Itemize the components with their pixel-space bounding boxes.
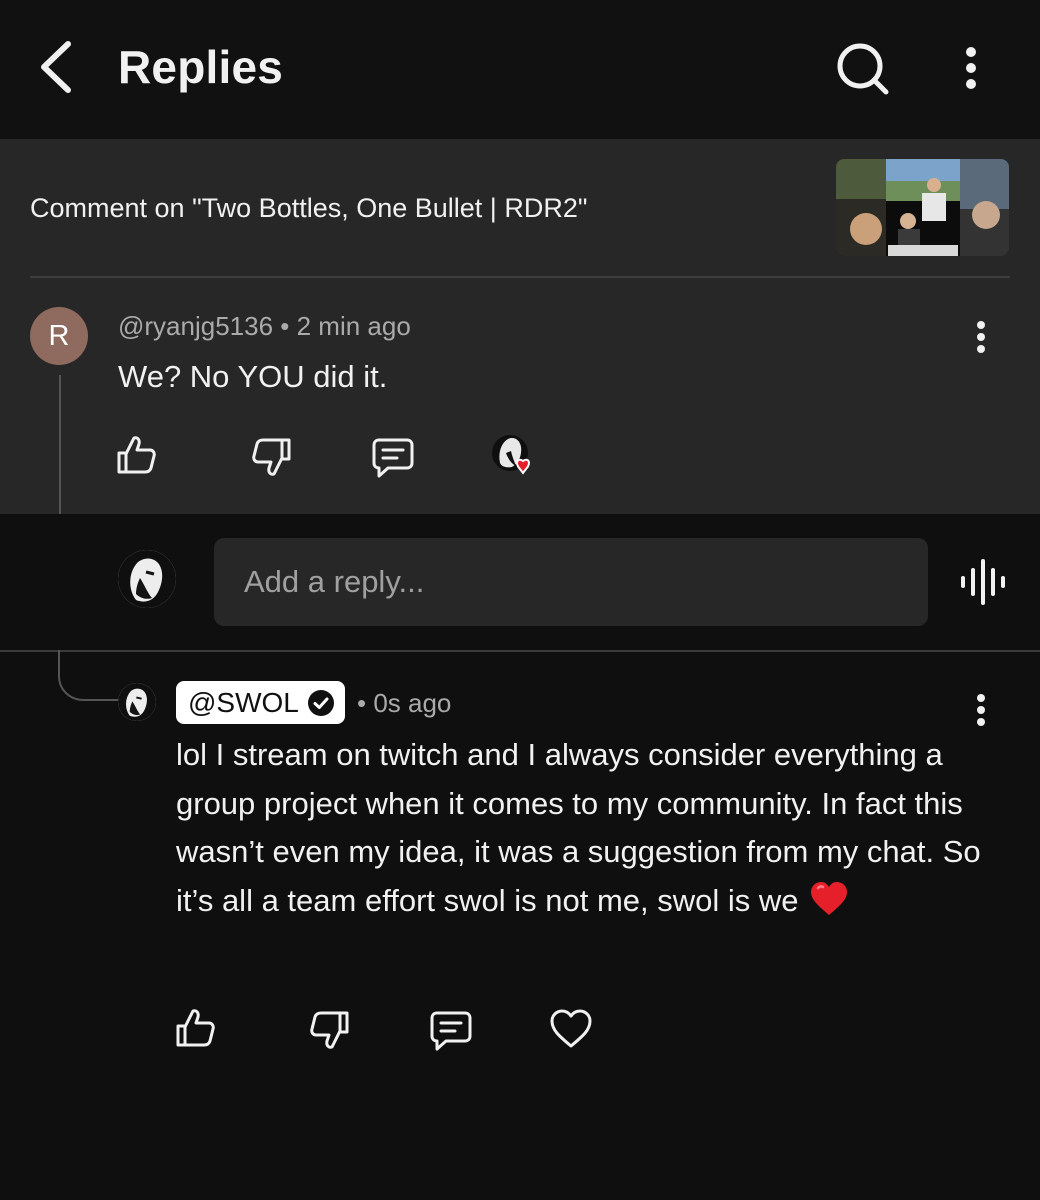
reply-like-button[interactable]	[173, 1006, 217, 1050]
heart-icon	[550, 1009, 592, 1048]
parent-comment-section: Comment on "Two Bottles, One Bullet | RD…	[0, 139, 1040, 514]
more-vertical-icon	[977, 694, 985, 726]
video-thumbnail[interactable]	[836, 159, 1009, 256]
bearded-face-icon	[118, 550, 176, 608]
thread-connector	[58, 650, 122, 704]
bearded-face-icon	[118, 683, 156, 721]
context-prefix: Comment on	[30, 193, 193, 223]
reply-composer: Add a reply...	[0, 514, 1040, 650]
reply-button[interactable]	[371, 435, 415, 479]
user-avatar	[118, 550, 176, 608]
dislike-button[interactable]	[250, 435, 294, 479]
more-vertical-icon	[966, 47, 976, 89]
like-button[interactable]	[114, 433, 158, 477]
page-title: Replies	[118, 41, 284, 93]
voice-input-button[interactable]	[958, 558, 1008, 606]
reply-time: • 0s ago	[357, 688, 452, 718]
reply-text: lol I stream on twitch and I always cons…	[176, 731, 1006, 925]
comment-context: Comment on "Two Bottles, One Bullet | RD…	[30, 193, 587, 224]
comment-icon	[372, 438, 414, 478]
reply-author: @SWOL	[188, 686, 299, 718]
chevron-left-icon	[41, 41, 71, 93]
reply-avatar[interactable]	[118, 683, 156, 721]
section-divider	[30, 276, 1010, 278]
more-options-button[interactable]	[948, 38, 994, 98]
composer-divider	[0, 650, 1040, 652]
avatar[interactable]: R	[30, 307, 88, 365]
comment-more-button[interactable]	[966, 319, 996, 355]
creator-heart-badge	[492, 433, 546, 485]
author-chip[interactable]: @SWOL	[176, 681, 345, 724]
thumbs-up-icon	[117, 436, 156, 474]
comment-text: We? No YOU did it.	[118, 359, 388, 394]
reply-dislike-button[interactable]	[308, 1008, 352, 1052]
video-title: "Two Bottles, One Bullet | RDR2"	[192, 193, 588, 223]
top-app-bar: Replies	[0, 0, 1040, 139]
reply-reply-button[interactable]	[429, 1008, 473, 1052]
creator-heart-icon	[492, 435, 530, 475]
thumbs-down-icon	[310, 1011, 349, 1049]
thumbs-up-icon	[176, 1009, 215, 1047]
comment-time: 2 min ago	[296, 311, 411, 341]
thread-line	[59, 375, 61, 514]
comment-icon	[430, 1011, 472, 1051]
meta-separator: •	[273, 311, 297, 341]
voice-search-icon	[961, 559, 1005, 605]
comment-meta: @ryanjg5136 • 2 min ago	[118, 311, 411, 342]
search-button[interactable]	[830, 36, 896, 102]
more-vertical-icon	[977, 321, 985, 353]
reply-heart-button[interactable]	[549, 1007, 593, 1051]
reply-input[interactable]: Add a reply...	[214, 538, 928, 626]
verified-check-icon	[307, 689, 334, 716]
back-button[interactable]	[30, 36, 86, 98]
thumbs-down-icon	[252, 438, 291, 476]
comment-author[interactable]: @ryanjg5136	[118, 311, 273, 341]
reply-more-button[interactable]	[966, 692, 996, 728]
search-icon	[837, 43, 889, 95]
video-thumbnail-image	[836, 159, 1009, 256]
reply-body: lol I stream on twitch and I always cons…	[176, 737, 981, 918]
red-heart-emoji-icon	[810, 881, 847, 915]
